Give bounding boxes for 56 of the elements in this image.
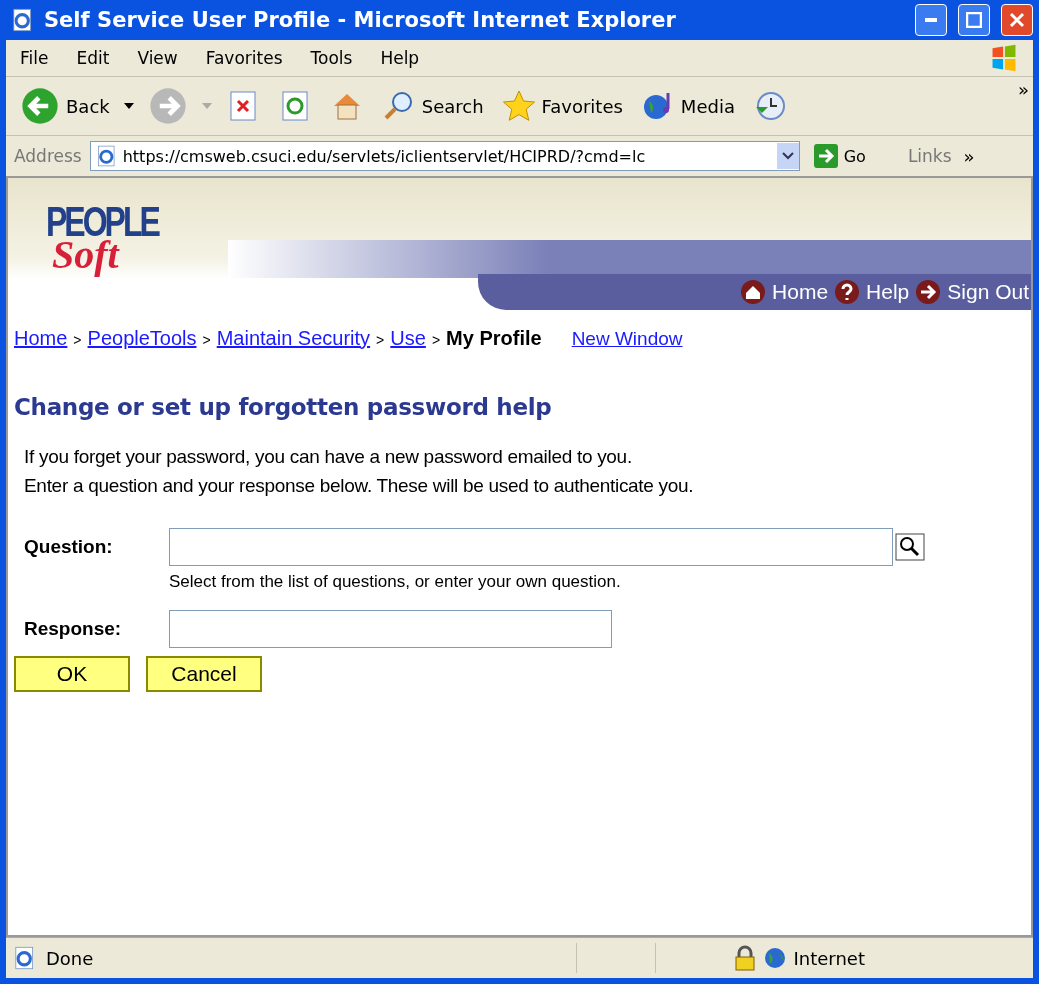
toolbar-button[interactable]: Media bbox=[636, 87, 739, 125]
breadcrumb-link[interactable]: Use bbox=[390, 327, 426, 350]
more-button[interactable]: » bbox=[959, 143, 979, 169]
links-label[interactable]: Links bbox=[907, 146, 952, 166]
minimize-icon bbox=[925, 18, 937, 22]
address-field[interactable]: https://cmsweb.csuci.edu/servlets/iclientservlet/HCIPRD/?cmd=lc bbox=[89, 141, 800, 171]
page-heading: Change or set up forgotten password help bbox=[14, 394, 553, 420]
close-button[interactable] bbox=[1001, 4, 1033, 36]
hint-text: Select from the list of questions, or enter your own question. bbox=[169, 572, 622, 592]
field-label: Question: bbox=[24, 536, 114, 558]
menu-item[interactable]: Tools bbox=[296, 48, 367, 68]
form-button[interactable]: Cancel bbox=[146, 656, 262, 692]
menu-item[interactable]: View bbox=[123, 48, 192, 68]
separator: > bbox=[202, 332, 211, 348]
question-field[interactable] bbox=[169, 528, 893, 566]
search-icon[interactable] bbox=[895, 533, 925, 561]
toolbar-button[interactable]: Search bbox=[377, 87, 488, 125]
status-text: Done bbox=[46, 947, 94, 969]
star-icon bbox=[501, 89, 536, 123]
toolbar-button[interactable]: Favorites bbox=[497, 87, 627, 125]
globe-icon bbox=[763, 947, 786, 969]
house-icon bbox=[740, 279, 767, 305]
breadcrumb-link[interactable]: Maintain Security bbox=[216, 327, 371, 350]
breadcrumb-current: My Profile bbox=[446, 327, 542, 350]
window-title: Self Service User Profile - Microsoft Internet Explorer bbox=[44, 8, 677, 32]
response-field[interactable] bbox=[169, 610, 612, 648]
peoplesoft-logo: PEOPLE Soft bbox=[46, 198, 160, 279]
close-icon bbox=[1009, 12, 1025, 28]
menu-item[interactable]: Edit bbox=[62, 48, 124, 68]
separator: > bbox=[73, 332, 82, 348]
menu-item[interactable]: Favorites bbox=[191, 48, 297, 68]
zone-text: Internet bbox=[793, 947, 865, 969]
form-button[interactable]: OK bbox=[14, 656, 130, 692]
field-label: Response: bbox=[24, 618, 123, 640]
separator: > bbox=[431, 332, 441, 348]
minimize-button[interactable] bbox=[915, 4, 947, 36]
maximize-icon bbox=[966, 12, 982, 28]
maximize-button[interactable] bbox=[958, 4, 990, 36]
address-label: Address bbox=[14, 146, 82, 166]
more-button[interactable]: » bbox=[1014, 77, 1033, 102]
toolbar-button[interactable]: Back bbox=[16, 84, 114, 128]
question-mark-icon bbox=[834, 279, 861, 305]
new-window-link[interactable]: New Window bbox=[571, 328, 683, 350]
breadcrumb-link[interactable]: Home bbox=[14, 327, 68, 350]
caret-icon[interactable] bbox=[123, 103, 134, 109]
breadcrumb-link[interactable]: PeopleTools bbox=[87, 327, 197, 350]
separator: > bbox=[376, 332, 385, 348]
padlock-icon bbox=[733, 945, 756, 971]
menu-item[interactable]: Help bbox=[366, 48, 434, 68]
menu-item[interactable]: File bbox=[6, 48, 63, 68]
intro-text: Enter a question and your response below. These will be used to authenticate you. bbox=[24, 474, 695, 498]
intro-text: If you forget your password, you can have a new password emailed to you. bbox=[24, 445, 633, 469]
header-link[interactable]: Help bbox=[834, 279, 910, 305]
go-button[interactable]: Go bbox=[807, 143, 872, 169]
header-link[interactable]: Home bbox=[740, 279, 829, 305]
header-link[interactable]: Sign Out bbox=[915, 279, 1029, 305]
